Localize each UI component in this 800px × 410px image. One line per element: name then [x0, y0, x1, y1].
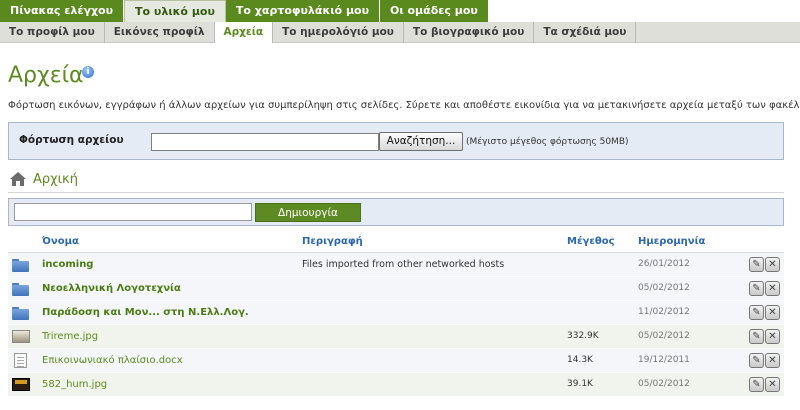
file-name[interactable]: Νεοελληνική Λογοτεχνία: [42, 283, 181, 294]
sub-tab-files[interactable]: Αρχεία: [214, 22, 274, 43]
sub-tab-profile-images[interactable]: Εικόνες προφίλ: [105, 22, 215, 43]
page-description: Φόρτωση εικόνων, εγγράφων ή άλλων αρχείω…: [8, 100, 800, 111]
divider: [8, 192, 784, 193]
header-date[interactable]: Ημερομηνία: [638, 236, 705, 247]
page-title: Αρχεία: [8, 63, 84, 88]
edit-icon[interactable]: ✎: [749, 257, 764, 272]
document-icon: [14, 353, 27, 368]
edit-icon[interactable]: ✎: [749, 353, 764, 368]
table-row[interactable]: Επικοινωνιακό πλαίσιο.docx 14.3K 19/12/2…: [8, 349, 784, 373]
folder-icon: [12, 259, 29, 272]
folder-icon: [12, 283, 29, 296]
file-date: 19/12/2011: [638, 355, 690, 365]
table-row[interactable]: Παράδοση και Μον... στη Ν.Ελλ.Λογ. 11/02…: [8, 301, 784, 325]
top-tab-dashboard[interactable]: Πίνακας ελέγχου: [0, 0, 125, 22]
delete-icon[interactable]: ✕: [765, 353, 780, 368]
upload-file-input[interactable]: [151, 133, 379, 151]
file-date: 05/02/2012: [638, 331, 690, 341]
table-row[interactable]: Trireme.jpg 332.9K 05/02/2012 ✎ ✕: [8, 325, 784, 349]
sub-tab-resume[interactable]: Το βιογραφικό μου: [404, 22, 535, 43]
edit-icon[interactable]: ✎: [749, 281, 764, 296]
create-folder-panel: Δημιουργία φακέλου: [8, 198, 784, 238]
table-row[interactable]: 582_hum.jpg 39.1K 05/02/2012 ✎ ✕: [8, 373, 784, 397]
sub-tab-profile[interactable]: Το προφίλ μου: [0, 22, 105, 43]
file-name[interactable]: incoming: [42, 259, 93, 270]
top-tab-my-portfolio[interactable]: Το χαρτοφυλάκιό μου: [225, 0, 381, 22]
file-date: 26/01/2012: [638, 259, 690, 269]
max-upload-size: (Μέγιστο μέγεθος φόρτωσης 50MB): [466, 137, 629, 147]
delete-icon[interactable]: ✕: [765, 281, 780, 296]
top-navigation: Πίνακας ελέγχου Το υλικό μου Το χαρτοφυλ…: [0, 0, 489, 22]
table-header: Όνομα Περιγραφή Μέγεθος Ημερομηνία: [8, 231, 784, 253]
home-icon[interactable]: [9, 171, 27, 187]
delete-icon[interactable]: ✕: [765, 377, 780, 392]
file-date: 05/02/2012: [638, 379, 690, 389]
file-size: 39.1K: [567, 379, 593, 389]
delete-icon[interactable]: ✕: [765, 329, 780, 344]
folder-name-input[interactable]: [14, 203, 252, 221]
header-name[interactable]: Όνομα: [42, 236, 79, 247]
file-name[interactable]: Trireme.jpg: [42, 331, 98, 342]
file-size: 14.3K: [567, 355, 593, 365]
file-description: Files imported from other networked host…: [302, 259, 505, 270]
upload-label: Φόρτωση αρχείου: [19, 134, 124, 146]
file-name[interactable]: Παράδοση και Μον... στη Ν.Ελλ.Λογ.: [42, 307, 249, 318]
header-size[interactable]: Μέγεθος: [567, 236, 615, 247]
edit-icon[interactable]: ✎: [749, 377, 764, 392]
folder-icon: [12, 307, 29, 320]
file-name[interactable]: 582_hum.jpg: [42, 379, 107, 390]
info-icon[interactable]: i: [82, 66, 94, 78]
edit-icon[interactable]: ✎: [749, 305, 764, 320]
files-table: Όνομα Περιγραφή Μέγεθος Ημερομηνία incom…: [8, 231, 784, 397]
file-date: 05/02/2012: [638, 283, 690, 293]
sub-tab-plans[interactable]: Τα σχέδιά μου: [534, 22, 637, 43]
file-date: 11/02/2012: [638, 307, 690, 317]
delete-icon[interactable]: ✕: [765, 305, 780, 320]
file-size: 332.9K: [567, 331, 599, 341]
image-thumbnail-icon: [12, 330, 30, 343]
breadcrumb-home[interactable]: Αρχική: [33, 172, 78, 187]
sub-navigation: Το προφίλ μου Εικόνες προφίλ Αρχεία Το η…: [0, 22, 800, 43]
browse-button[interactable]: Αναζήτηση...: [379, 132, 463, 151]
delete-icon[interactable]: ✕: [765, 257, 780, 272]
sub-tab-journal[interactable]: Το ημερολόγιό μου: [273, 22, 404, 43]
header-description[interactable]: Περιγραφή: [302, 236, 363, 247]
create-folder-button[interactable]: Δημιουργία φακέλου: [255, 203, 361, 238]
table-row[interactable]: incoming Files imported from other netwo…: [8, 253, 784, 277]
file-name[interactable]: Επικοινωνιακό πλαίσιο.docx: [42, 355, 183, 366]
edit-icon[interactable]: ✎: [749, 329, 764, 344]
image-thumbnail-icon: [12, 378, 30, 391]
upload-panel: Φόρτωση αρχείου Αναζήτηση... (Μέγιστο μέ…: [8, 122, 784, 160]
top-tab-my-content[interactable]: Το υλικό μου: [124, 0, 226, 22]
top-tab-my-groups[interactable]: Οι ομάδες μου: [380, 0, 489, 22]
table-row[interactable]: Νεοελληνική Λογοτεχνία 05/02/2012 ✎ ✕: [8, 277, 784, 301]
